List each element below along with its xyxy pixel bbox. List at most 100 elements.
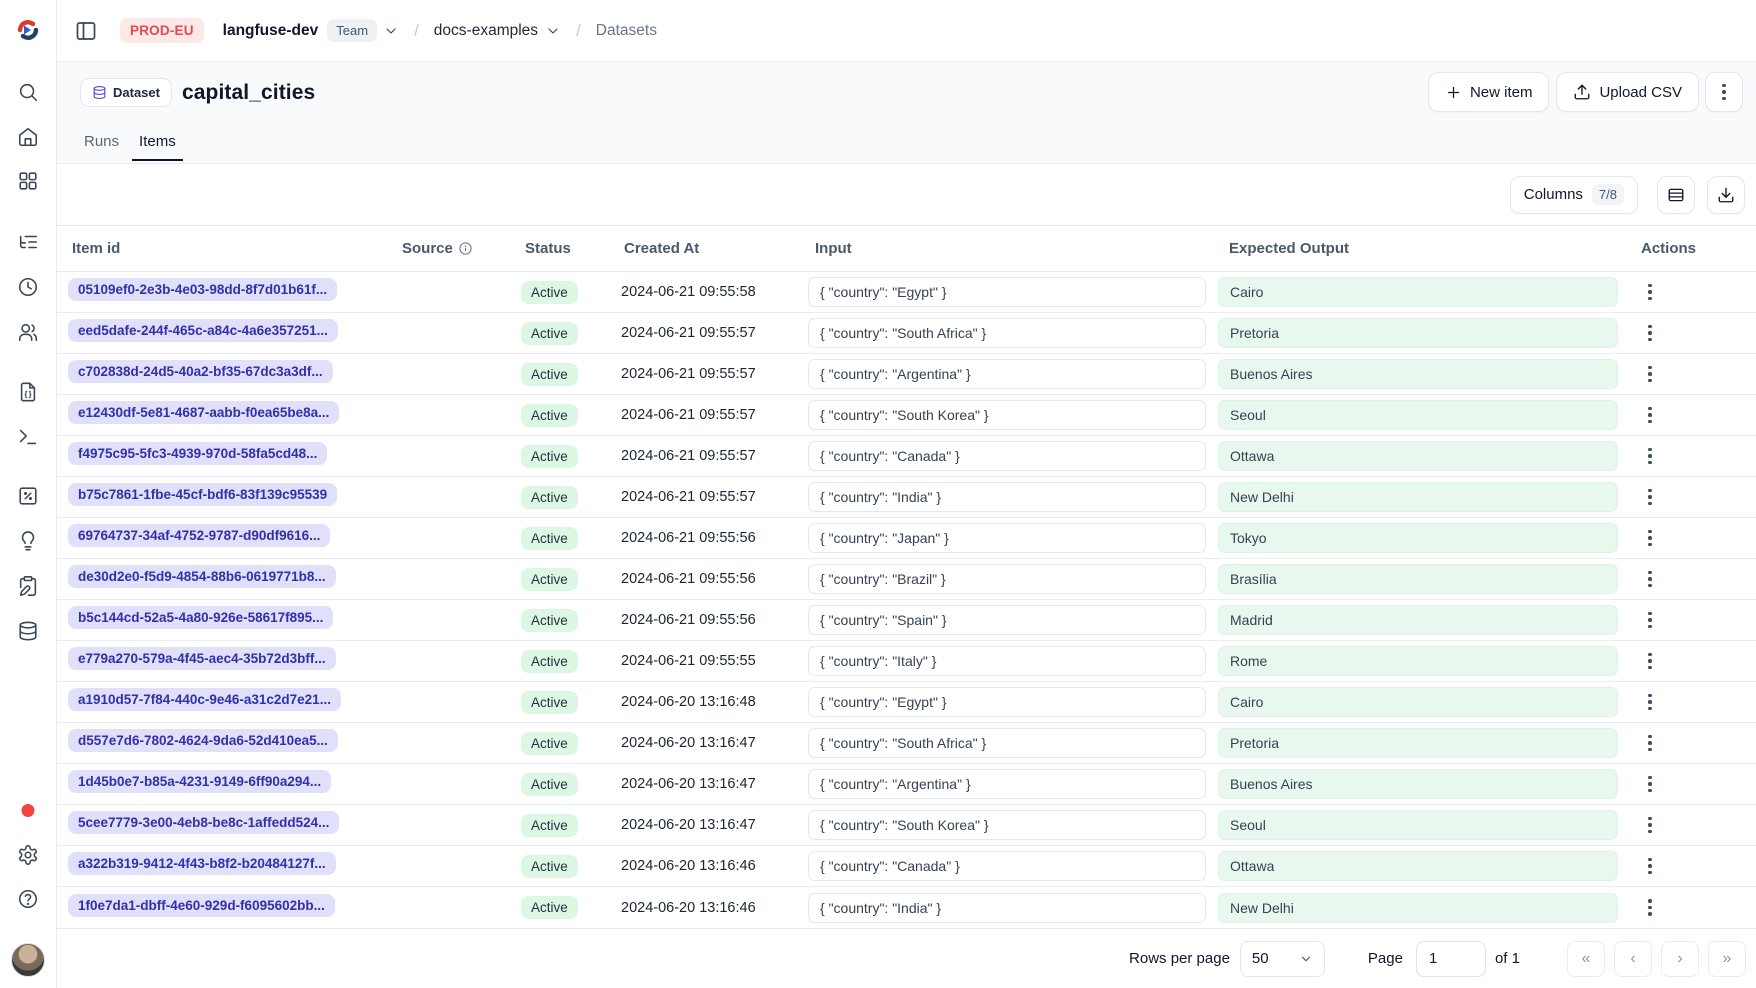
input-cell: { "country": "Egypt" } [808, 277, 1206, 307]
row-actions-menu-button[interactable] [1638, 403, 1662, 427]
status-badge: Active [521, 445, 578, 468]
status-badge: Active [521, 281, 578, 304]
item-id-badge[interactable]: eed5dafe-244f-465c-a84c-4a6e357251... [68, 319, 338, 342]
row-actions-menu-button[interactable] [1638, 362, 1662, 386]
columns-count-badge: 7/8 [1592, 184, 1624, 205]
row-actions-menu-button[interactable] [1638, 526, 1662, 550]
dashboard-grid-icon[interactable] [16, 169, 40, 193]
expected-output-cell: Tokyo [1218, 523, 1618, 553]
tab-items[interactable]: Items [132, 133, 183, 161]
next-page-button[interactable]: › [1661, 941, 1699, 977]
header-more-menu-button[interactable] [1705, 72, 1743, 112]
item-id-badge[interactable]: a322b319-9412-4f43-b8f2-b20484127f... [68, 852, 336, 875]
row-actions-menu-button[interactable] [1638, 608, 1662, 632]
org-type-badge: Team [327, 19, 377, 42]
insights-lightbulb-icon[interactable] [16, 529, 40, 553]
item-id-badge[interactable]: 1f0e7da1-dbff-4e60-929d-f6095602bb... [68, 894, 335, 917]
row-actions-menu-button[interactable] [1638, 854, 1662, 878]
prompts-file-icon[interactable]: { } [16, 380, 40, 404]
item-id-badge[interactable]: f4975c95-5fc3-4939-970d-58fa5cd48... [68, 442, 327, 465]
sessions-clock-icon[interactable] [16, 275, 40, 299]
support-help-icon[interactable] [16, 887, 40, 911]
sidebar-toggle-icon[interactable] [74, 19, 98, 43]
status-badge: Active [521, 650, 578, 673]
datasets-database-icon[interactable] [16, 619, 40, 643]
row-actions-menu-button[interactable] [1638, 567, 1662, 591]
org-name[interactable]: langfuse-dev [223, 22, 319, 40]
item-id-badge[interactable]: 1d45b0e7-b85a-4231-9149-6ff90a294... [68, 770, 331, 793]
created-at-cell: 2024-06-21 09:55:57 [620, 366, 808, 382]
item-id-badge[interactable]: b5c144cd-52a5-4a80-926e-58617f895... [68, 606, 333, 629]
item-id-badge[interactable]: de30d2e0-f5d9-4854-88b6-0619771b8... [68, 565, 336, 588]
item-id-badge[interactable]: e779a270-579a-4f45-aec4-35b72d3bff... [68, 647, 336, 670]
item-id-badge[interactable]: 69764737-34af-4752-9787-d90df9616... [68, 524, 330, 547]
trace-list-icon[interactable] [16, 230, 40, 254]
home-icon[interactable] [16, 125, 40, 149]
row-actions-menu-button[interactable] [1638, 896, 1662, 920]
page-number-input[interactable] [1416, 941, 1486, 977]
kebab-icon [1648, 571, 1652, 588]
row-actions-menu-button[interactable] [1638, 444, 1662, 468]
row-actions-menu-button[interactable] [1638, 321, 1662, 345]
new-item-button[interactable]: New item [1428, 72, 1550, 112]
row-actions-menu-button[interactable] [1638, 690, 1662, 714]
prev-page-button[interactable]: ‹ [1614, 941, 1652, 977]
expected-output-cell: Seoul [1218, 810, 1618, 840]
row-actions-menu-button[interactable] [1638, 649, 1662, 673]
user-avatar[interactable] [11, 943, 45, 977]
status-badge: Active [521, 691, 578, 714]
table-row: 05109ef0-2e3b-4e03-98dd-8f7d01b61f... Ac… [57, 272, 1756, 313]
row-actions-menu-button[interactable] [1638, 772, 1662, 796]
sidebar: { } [0, 0, 57, 988]
tab-runs[interactable]: Runs [77, 133, 126, 161]
table-toolbar: Columns 7/8 [57, 164, 1756, 225]
created-at-cell: 2024-06-20 13:16:46 [620, 858, 808, 874]
item-id-badge[interactable]: 5cee7779-3e00-4eb8-be8c-1affedd524... [68, 811, 339, 834]
chevron-down-icon [1299, 952, 1313, 966]
row-actions-menu-button[interactable] [1638, 813, 1662, 837]
item-id-badge[interactable]: e12430df-5e81-4687-aabb-f0ea65be8a... [68, 401, 339, 424]
playground-terminal-icon[interactable] [16, 425, 40, 449]
export-download-button[interactable] [1707, 176, 1745, 214]
first-page-button[interactable]: « [1567, 941, 1605, 977]
rows-icon [1667, 186, 1685, 204]
columns-button[interactable]: Columns 7/8 [1510, 176, 1638, 214]
project-chevron-down-icon[interactable] [545, 23, 561, 39]
pagination-bar: Rows per page 50 Page of 1 « ‹ › » [57, 928, 1756, 988]
column-header-actions: Actions [1628, 240, 1756, 257]
download-icon [1717, 186, 1735, 204]
info-icon[interactable] [458, 241, 473, 256]
kebab-icon [1648, 448, 1652, 465]
item-id-badge[interactable]: a1910d57-7f84-440c-9e46-a31c2d7e21... [68, 688, 341, 711]
table-row: eed5dafe-244f-465c-a84c-4a6e357251... Ac… [57, 313, 1756, 354]
item-id-badge[interactable]: d557e7d6-7802-4624-9da6-52d410ea5... [68, 729, 338, 752]
evals-percent-icon[interactable] [16, 484, 40, 508]
row-actions-menu-button[interactable] [1638, 731, 1662, 755]
project-name[interactable]: docs-examples [434, 22, 538, 40]
items-table: Item id Source Status Created At Input E… [57, 225, 1756, 928]
table-row: 69764737-34af-4752-9787-d90df9616... Act… [57, 518, 1756, 559]
upload-csv-button[interactable]: Upload CSV [1556, 72, 1699, 112]
langfuse-logo-icon[interactable] [15, 18, 41, 42]
item-id-badge[interactable]: 05109ef0-2e3b-4e03-98dd-8f7d01b61f... [68, 278, 337, 301]
breadcrumb-current[interactable]: Datasets [596, 22, 657, 40]
item-id-badge[interactable]: c702838d-24d5-40a2-bf35-67dc3a3df... [68, 360, 333, 383]
last-page-button[interactable]: » [1708, 941, 1746, 977]
svg-text:{ }: { } [25, 392, 32, 399]
settings-gear-icon[interactable] [16, 843, 40, 867]
annotation-clipboard-icon[interactable] [16, 574, 40, 598]
rows-per-page-label: Rows per page [1129, 950, 1230, 967]
users-icon[interactable] [16, 320, 40, 344]
item-id-badge[interactable]: b75c7861-1fbe-45cf-bdf6-83f139c95539 [68, 483, 337, 506]
expected-output-cell: Madrid [1218, 605, 1618, 635]
table-row: b75c7861-1fbe-45cf-bdf6-83f139c95539 Act… [57, 477, 1756, 518]
rows-per-page-select[interactable]: 50 [1240, 941, 1325, 977]
search-icon[interactable] [16, 80, 40, 104]
page-count-label: of 1 [1495, 950, 1520, 967]
row-height-button[interactable] [1657, 176, 1695, 214]
input-cell: { "country": "Canada" } [808, 441, 1206, 471]
org-chevron-down-icon[interactable] [383, 23, 399, 39]
row-actions-menu-button[interactable] [1638, 280, 1662, 304]
row-actions-menu-button[interactable] [1638, 485, 1662, 509]
expected-output-cell: Seoul [1218, 400, 1618, 430]
